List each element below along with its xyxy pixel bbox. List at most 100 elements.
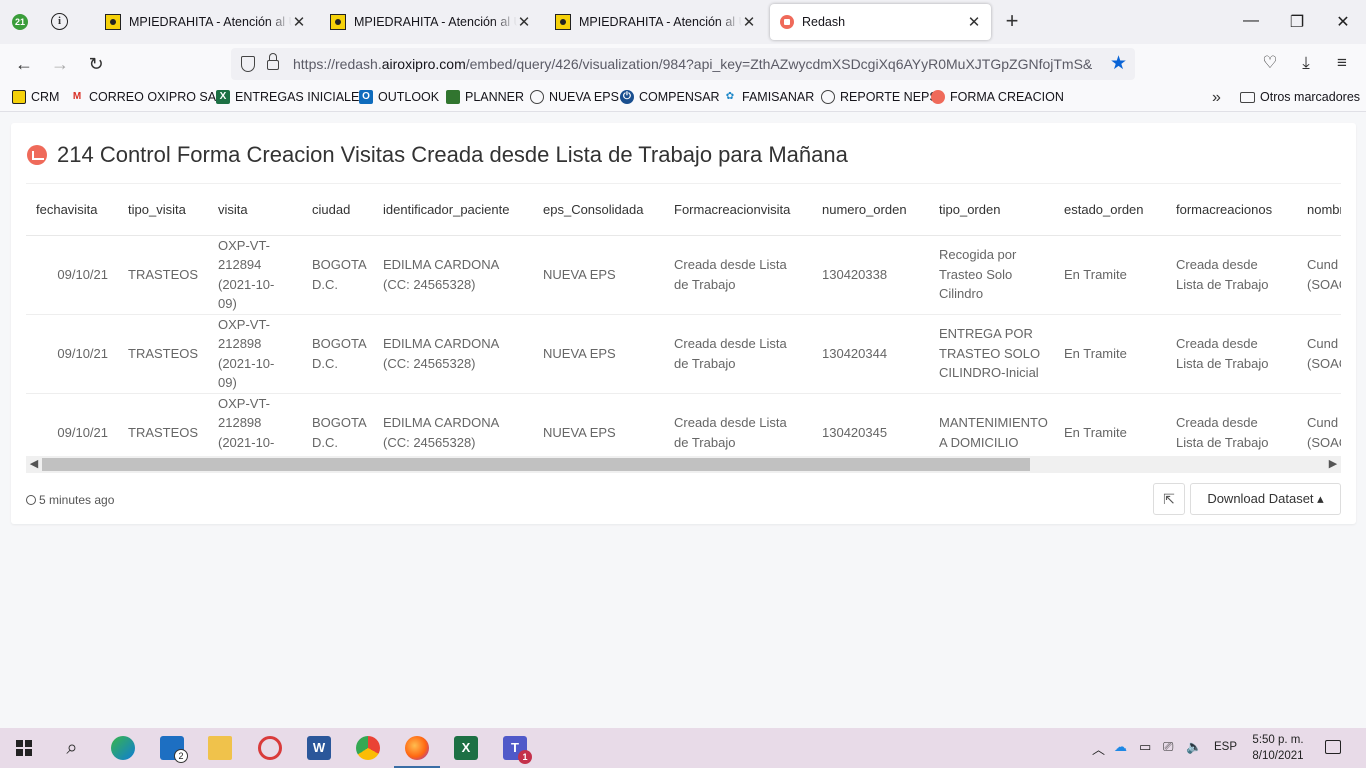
table-cell: TRASTEOS [118,235,208,315]
table-header-row: fechavisita tipo_visita visita ciudad id… [26,184,1341,236]
table-cell: 09/10/21 [26,314,118,394]
table-cell: Cund Bogot (SOAC [1297,314,1341,394]
file-explorer-icon[interactable] [208,736,232,760]
notifications-icon[interactable] [1325,740,1341,754]
onedrive-icon[interactable]: ☁ [1114,739,1127,755]
system-clock[interactable]: 5:50 p. m. 8/10/2021 [1250,732,1306,764]
column-header[interactable]: formacreacionos [1166,184,1297,236]
table-cell: NUEVA EPS [533,235,664,315]
tab-strip: 21 i MPIEDRAHITA - Atención al Usuario ✕… [0,0,1366,44]
history-icon [26,495,36,505]
mail-icon[interactable]: 2 [160,736,188,763]
new-tab-icon[interactable]: + [1001,10,1023,32]
table-cell: En Tramite [1054,314,1166,394]
tab-count-badge[interactable]: 21 [12,14,28,30]
table-cell: BOGOTA D.C. [302,235,373,315]
downloads-icon[interactable]: ⤓ [1295,53,1317,73]
reload-icon[interactable]: ↻ [85,53,107,75]
famisanar-icon: ✿ [725,91,735,102]
chrome-icon[interactable] [356,736,380,760]
column-header[interactable]: fechavisita [26,184,118,236]
scrollbar-thumb[interactable] [42,458,1030,471]
battery-icon[interactable]: ▭ [1139,739,1151,755]
word-icon[interactable]: W [307,736,331,760]
navigation-bar: ← → ↻ https://redash.airoxipro.com/embed… [0,44,1366,84]
search-icon[interactable]: ⌕ [60,736,84,760]
bookmark-crm[interactable]: CRM [12,90,59,104]
close-icon[interactable]: ✕ [292,13,306,31]
close-icon[interactable]: ✕ [517,13,531,31]
bookmark-forma-creacion[interactable]: FORMA CREACION [931,90,1064,104]
table-cell: Cund Bogot (SOAC [1297,235,1341,315]
table-cell: Creada desde Lista de Trabajo [1166,314,1297,394]
minimize-icon[interactable]: — [1241,12,1261,30]
bookmark-correo[interactable]: M CORREO OXIPRO SAS [70,90,225,104]
snipping-tool-icon[interactable] [258,736,282,760]
tracking-protection-icon[interactable] [241,56,255,72]
window-close-icon[interactable]: ✕ [1333,12,1353,32]
table-cell: 130420344 [812,314,929,394]
column-header[interactable]: eps_Consolidada [533,184,664,236]
bookmark-famisanar[interactable]: ✿ FAMISANAR [723,90,814,104]
network-icon[interactable]: ⎚ [1163,739,1173,755]
menu-icon[interactable]: ≡ [1331,53,1353,73]
column-header[interactable]: estado_orden [1054,184,1166,236]
firefox-icon[interactable] [394,736,440,768]
url-text[interactable]: https://redash.airoxipro.com/embed/query… [293,56,1103,72]
excel-icon[interactable]: X [454,736,478,760]
back-icon[interactable]: ← [13,53,35,75]
planner-icon [446,90,460,104]
lock-icon[interactable] [267,53,279,70]
bookmark-entregas[interactable]: X ENTREGAS INICIALES [216,90,368,104]
column-header[interactable]: tipo_orden [929,184,1054,236]
bookmark-star-icon[interactable]: ★ [1110,52,1127,75]
windows-start-icon[interactable] [16,740,32,756]
tab-title: MPIEDRAHITA - Atención al Usuario [129,15,292,29]
bookmark-compensar[interactable]: ⏻ COMPENSAR [620,90,720,104]
download-dataset-button[interactable]: Download Dataset ▴ [1190,483,1341,515]
column-header[interactable]: Formacreacionvisita [664,184,812,236]
table-cell: Recogida por Trasteo Solo Cilindro [929,235,1054,315]
edge-icon[interactable] [111,736,135,760]
bookmark-outlook[interactable]: O OUTLOOK [359,90,439,104]
pocket-icon[interactable]: ♡ [1259,53,1281,73]
table-cell: BOGOTA D.C. [302,314,373,394]
address-bar[interactable]: https://redash.airoxipro.com/embed/query… [231,48,1135,80]
forward-icon[interactable]: → [49,53,71,75]
bookmark-reporte-neps[interactable]: REPORTE NEPS [821,90,938,104]
close-icon[interactable]: ✕ [967,13,981,31]
tab-mpiedrahita-2[interactable]: MPIEDRAHITA - Atención al Usuario ✕ [320,4,541,40]
horizontal-scrollbar[interactable]: ◀ ▶ [26,456,1341,473]
volume-icon[interactable]: 🔈 [1186,739,1202,755]
restore-icon[interactable]: ❐ [1287,12,1307,32]
table-cell: ENTREGA POR TRASTEO SOLO CILINDRO-Inicia… [929,314,1054,394]
column-header[interactable]: ciudad [302,184,373,236]
scroll-left-icon[interactable]: ◀ [26,457,42,472]
table-cell: TRASTEOS [118,314,208,394]
column-header[interactable]: tipo_visita [118,184,208,236]
column-header[interactable]: numero_orden [812,184,929,236]
open-external-button[interactable]: ⇱ [1153,483,1185,515]
column-header[interactable]: identificador_paciente [373,184,533,236]
scroll-right-icon[interactable]: ▶ [1325,457,1341,472]
tab-title: MPIEDRAHITA - Atención al Usuario [579,15,742,29]
more-bookmarks-icon[interactable]: » [1212,89,1221,107]
globe-icon [821,90,835,104]
close-icon[interactable]: ✕ [742,13,756,31]
crm-icon [12,90,26,104]
language-indicator[interactable]: ESP [1214,741,1237,753]
excel-icon: X [216,90,230,104]
info-icon[interactable]: i [51,13,68,30]
bookmark-planner[interactable]: PLANNER [446,90,524,104]
taskbar: ⌕ 2 W X T 1 ︿ ☁ ▭ ⎚ 🔈 ESP 5:50 p. m. 8/1… [0,728,1366,768]
other-bookmarks[interactable]: Otros marcadores [1240,90,1360,104]
tab-mpiedrahita-3[interactable]: MPIEDRAHITA - Atención al Usuario ✕ [545,4,766,40]
tab-mpiedrahita-1[interactable]: MPIEDRAHITA - Atención al Usuario ✕ [95,4,316,40]
column-header[interactable]: nombre [1297,184,1341,236]
show-hidden-icons-icon[interactable]: ︿ [1092,739,1105,758]
tab-redash[interactable]: Redash ✕ [770,4,991,40]
column-header[interactable]: visita [208,184,302,236]
teams-icon[interactable]: T 1 [503,736,532,764]
folder-icon [1240,91,1255,103]
bookmark-nueva-eps[interactable]: NUEVA EPS [530,90,619,104]
